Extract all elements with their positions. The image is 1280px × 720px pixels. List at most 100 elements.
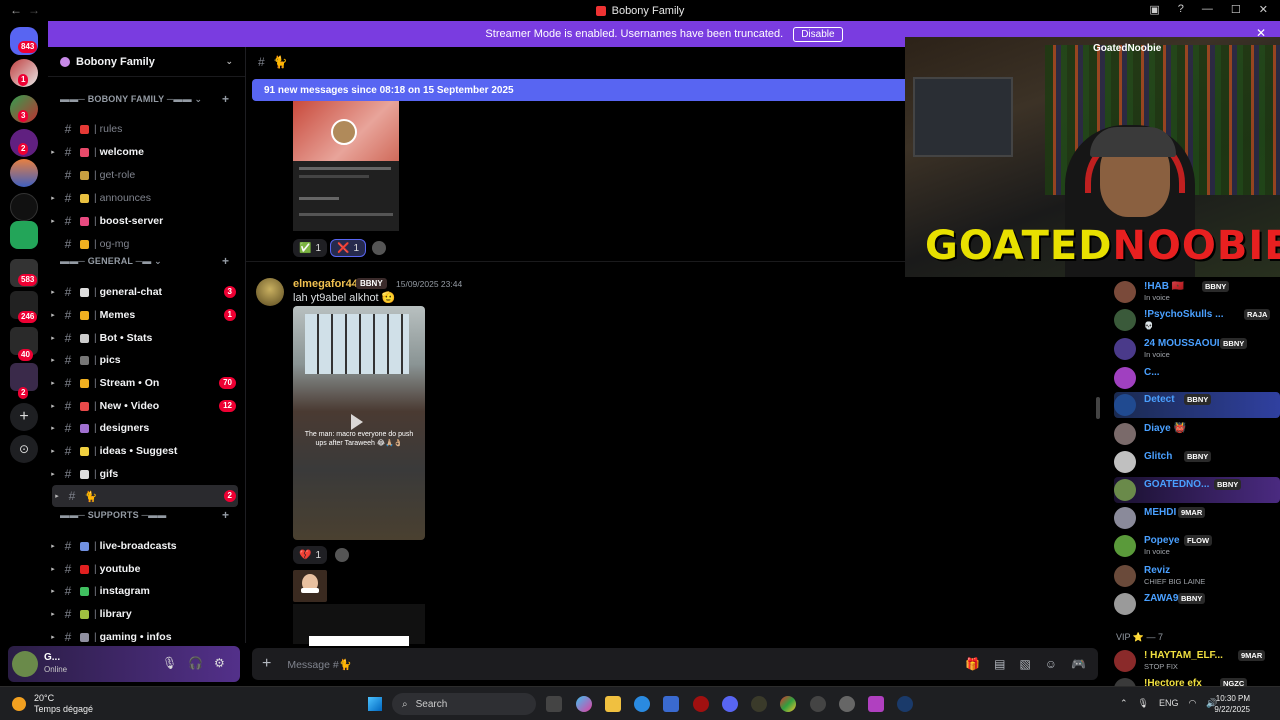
microphone-icon[interactable]: 🎙 (1138, 698, 1149, 709)
forward-arrow-icon[interactable]: → (28, 3, 40, 17)
member-item[interactable]: ! HAYTAM_ELF... 9MAR STOP FIX (1114, 648, 1280, 674)
member-item[interactable]: MEHDI 9MAR (1114, 505, 1280, 531)
microphone-icon[interactable]: 🎙 (162, 656, 177, 670)
avatar[interactable] (1114, 479, 1136, 501)
sidebar-channel[interactable]: ▸ # | library (48, 603, 238, 625)
gear-icon[interactable]: ⚙ (214, 656, 225, 670)
member-item[interactable]: Diaye 👹 (1114, 421, 1280, 447)
avatar[interactable] (1114, 565, 1136, 587)
start-button[interactable] (368, 697, 382, 711)
message-input[interactable]: + Message #🐈 🎁 ▤ ▧ ☺ 🎮 (252, 648, 1098, 680)
member-item[interactable]: !PsychoSkulls ... RAJA 💀 (1114, 307, 1280, 333)
app-icon[interactable] (693, 696, 709, 712)
server-icon[interactable] (10, 159, 38, 187)
avatar[interactable] (1114, 394, 1136, 416)
sidebar-channel[interactable]: ▸ # | youtube (48, 558, 238, 580)
sidebar-channel[interactable]: # | og-mg (48, 233, 238, 255)
avatar[interactable] (1114, 678, 1136, 686)
add-reaction-icon[interactable] (372, 241, 386, 255)
sidebar-channel[interactable]: ▸ # | announces (48, 187, 238, 209)
avatar[interactable] (1114, 650, 1136, 672)
avatar[interactable] (12, 651, 38, 677)
system-tray[interactable]: ⌃ 🎙 ENG ◠ 🔊 (1120, 698, 1218, 709)
chevron-down-icon[interactable]: ⌄ (225, 56, 233, 67)
chevron-up-icon[interactable]: ⌃ (1120, 698, 1128, 709)
sidebar-channel[interactable]: ▸ # | designers (48, 417, 238, 439)
settings-icon[interactable] (839, 696, 855, 712)
sidebar-channel[interactable]: ▸ # | pics (48, 349, 238, 371)
avatar[interactable] (1114, 535, 1136, 557)
flask-icon[interactable] (10, 221, 38, 249)
add-reaction-icon[interactable] (335, 548, 349, 562)
play-icon[interactable] (351, 414, 363, 430)
reaction-cross[interactable]: ❌ 1 (330, 239, 367, 257)
new-messages-bar[interactable]: 91 new messages since 08:18 on 15 Septem… (252, 79, 906, 101)
edge-icon[interactable] (634, 696, 650, 712)
back-arrow-icon[interactable]: ← (10, 3, 22, 17)
sidebar-channel[interactable]: ▸ # 🐈 2 (52, 485, 238, 507)
minimize-button[interactable]: — (1202, 3, 1213, 16)
attachment-image[interactable] (293, 101, 399, 231)
member-item[interactable]: Detect BBNY (1114, 392, 1280, 418)
add-channel-icon[interactable]: + (222, 92, 229, 106)
sidebar-channel[interactable]: ▸ # | New • Video 12 (48, 395, 238, 417)
copilot-icon[interactable] (576, 696, 592, 712)
sticker-image[interactable] (293, 570, 327, 602)
maximize-button[interactable]: ☐ (1231, 3, 1241, 16)
app-icon[interactable] (810, 696, 826, 712)
taskbar-search[interactable]: ⌕ Search (392, 693, 536, 715)
snipping-icon[interactable] (868, 696, 884, 712)
avatar[interactable] (1114, 423, 1136, 445)
avatar[interactable] (256, 278, 284, 306)
member-item[interactable]: !HAB 🇲🇦 BBNY In voice (1114, 279, 1280, 305)
disable-button[interactable]: Disable (793, 26, 843, 42)
language-indicator[interactable]: ENG (1159, 698, 1179, 709)
activity-icon[interactable]: 🎮 (1071, 657, 1086, 671)
upload-plus-icon[interactable]: + (262, 655, 271, 673)
sidebar-channel[interactable]: # | get-role (48, 164, 238, 186)
sidebar-channel[interactable]: ▸ # | Bot • Stats (48, 327, 238, 349)
category-bobony[interactable]: ▬▬─ BOBONY FAMILY ─▬▬ ⌄ + (60, 92, 229, 106)
attachment-image[interactable] (293, 604, 425, 646)
guild-header[interactable]: Bobony Family ⌄ (48, 47, 245, 77)
inbox-icon[interactable]: ▣ (1149, 3, 1159, 16)
sidebar-channel[interactable]: ▸ # | welcome (48, 141, 238, 163)
member-item[interactable]: Glitch BBNY (1114, 449, 1280, 475)
help-icon[interactable]: ? (1178, 3, 1184, 16)
category-supports[interactable]: ▬▬─ SUPPORTS ─▬▬ + (60, 508, 229, 522)
message-author[interactable]: elmegafor44 (293, 278, 358, 290)
category-general[interactable]: ▬▬─ GENERAL ─▬ ⌄ + (60, 254, 229, 268)
steam-icon[interactable] (897, 696, 913, 712)
avatar[interactable] (1114, 507, 1136, 529)
member-item[interactable]: Popeye FLOW In voice (1114, 533, 1280, 559)
avatar[interactable] (1114, 593, 1136, 615)
server-icon[interactable] (10, 193, 38, 221)
member-item[interactable]: Reviz CHIEF BIG LAINE (1114, 563, 1280, 589)
clock[interactable]: 10:30 PM 9/22/2025 (1214, 693, 1250, 715)
weather-widget[interactable]: 20°C Temps dégagé (12, 693, 93, 715)
add-channel-icon[interactable]: + (222, 254, 229, 268)
file-explorer-icon[interactable] (605, 696, 621, 712)
user-panel[interactable]: G... Online 🎙 🎧 ⚙ (8, 646, 240, 682)
avatar[interactable] (1114, 338, 1136, 360)
avatar[interactable] (1114, 451, 1136, 473)
gif-icon[interactable]: ▤ (994, 657, 1005, 671)
video-attachment[interactable]: The man: macro everyone do push ups afte… (293, 306, 425, 540)
reaction-check[interactable]: ✅ 1 (293, 239, 328, 257)
scrollbar[interactable] (1096, 397, 1100, 419)
sidebar-channel[interactable]: ▸ # | live-broadcasts (48, 535, 238, 557)
member-item[interactable]: ZAWA9 BBNY (1114, 591, 1280, 617)
sidebar-channel[interactable]: ▸ # | Stream • On 70 (48, 372, 238, 394)
gift-icon[interactable]: 🎁 (965, 657, 980, 671)
discover-icon[interactable]: ⊙ (10, 435, 38, 463)
avatar[interactable] (1114, 281, 1136, 303)
sidebar-channel[interactable]: ▸ # | boost-server (48, 210, 238, 232)
avatar[interactable] (1114, 309, 1136, 331)
member-item[interactable]: 24 MOUSSAOUI BBNY In voice (1114, 336, 1280, 362)
wifi-icon[interactable]: ◠ (1189, 698, 1197, 709)
sidebar-channel[interactable]: ▸ # | gaming • infos (48, 626, 238, 643)
store-icon[interactable] (663, 696, 679, 712)
task-view-icon[interactable] (546, 696, 562, 712)
reaction-broken-heart[interactable]: 💔 1 (293, 546, 328, 564)
add-server-icon[interactable]: + (10, 403, 38, 431)
